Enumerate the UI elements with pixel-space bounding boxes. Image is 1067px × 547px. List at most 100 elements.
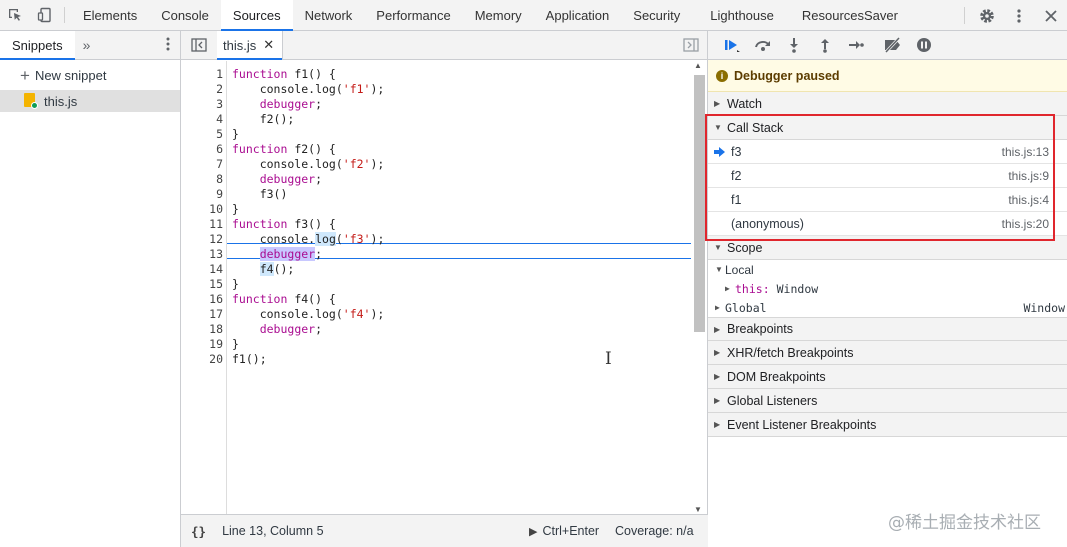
code-line[interactable]: 1 function f1() { (181, 67, 691, 82)
breakpoints-section-header[interactable]: ▶ Breakpoints (708, 317, 1067, 341)
event-listener-breakpoints-section-header[interactable]: ▶ Event Listener Breakpoints (708, 413, 1067, 437)
tab-security[interactable]: Security (621, 0, 698, 30)
device-toolbar-icon[interactable] (30, 0, 60, 30)
tab-lighthouse[interactable]: Lighthouse (698, 0, 790, 30)
tab-network[interactable]: Network (293, 0, 365, 30)
code-line[interactable]: 6 function f2() { (181, 142, 691, 157)
collapsed-arrow-icon: ▶ (714, 348, 721, 357)
scope-this-row[interactable]: ▶ this: Window (708, 279, 1067, 298)
code-line[interactable]: 2 console.log('f1'); (181, 82, 691, 97)
mouse-ibeam-cursor-icon: I (605, 349, 612, 369)
global-listeners-section-header[interactable]: ▶ Global Listeners (708, 389, 1067, 413)
collapsed-arrow-icon: ▶ (714, 99, 721, 108)
xhr-breakpoints-section-header[interactable]: ▶ XHR/fetch Breakpoints (708, 341, 1067, 365)
scroll-up-arrow-icon[interactable]: ▲ (694, 61, 702, 70)
scroll-down-arrow-icon[interactable]: ▼ (694, 505, 702, 514)
plus-icon: + (20, 65, 30, 85)
snippet-file-item[interactable]: this.js (0, 90, 180, 112)
code-line[interactable]: 20 f1(); (181, 352, 691, 367)
tab-sources[interactable]: Sources (220, 0, 293, 31)
code-line[interactable]: 19} (181, 337, 691, 352)
scope-label: Scope (727, 240, 763, 255)
code-area[interactable]: 1 function f1() { 2 console.log('f1'); 3 … (181, 61, 708, 514)
code-line[interactable]: 11 function f3() { (181, 217, 691, 232)
code-line[interactable]: 17 console.log('f4'); (181, 307, 691, 322)
snippet-file-icon (24, 93, 38, 109)
tab-memory[interactable]: Memory (463, 0, 534, 30)
tab-console[interactable]: Console (149, 0, 221, 30)
scope-global-label: Global (725, 300, 767, 315)
run-snippet-button[interactable]: ▶ Ctrl+Enter (529, 524, 599, 538)
collapsed-arrow-icon: ▶ (725, 284, 730, 293)
inspect-element-icon[interactable] (0, 0, 30, 30)
step-over-icon[interactable] (747, 34, 778, 56)
code-line[interactable]: 5} (181, 127, 691, 142)
step-icon[interactable] (840, 34, 871, 56)
code-line[interactable]: 15} (181, 277, 691, 292)
collapsed-arrow-icon: ▶ (714, 420, 721, 429)
resume-icon[interactable] (716, 34, 747, 56)
debugger-paused-banner: i Debugger paused (708, 60, 1067, 92)
close-icon[interactable] (1035, 0, 1067, 31)
xhr-breakpoints-label: XHR/fetch Breakpoints (727, 345, 854, 360)
toggle-debugger-icon[interactable] (683, 38, 699, 55)
code-line[interactable]: 14 f4(); (181, 262, 691, 277)
scrollbar-thumb[interactable] (694, 75, 705, 332)
code-line[interactable]: 8 debugger; (181, 172, 691, 187)
more-options-icon[interactable] (1003, 0, 1035, 31)
breakpoints-label: Breakpoints (727, 322, 794, 336)
new-snippet-button[interactable]: + New snippet (0, 60, 180, 90)
step-out-icon[interactable] (809, 34, 840, 56)
more-tabs-chevron-icon[interactable]: » (75, 31, 99, 59)
devtools-top-bar: Elements Console Sources Network Perform… (0, 0, 1067, 31)
code-line[interactable]: 4 f2(); (181, 112, 691, 127)
scope-local-row[interactable]: ▼ Local (708, 260, 1067, 279)
watermark: @稀土掘金技术社区 (888, 513, 1041, 533)
toolbar-divider (964, 7, 965, 24)
new-snippet-label: New snippet (34, 67, 107, 83)
scope-global-row[interactable]: ▶ Global Window (708, 298, 1067, 317)
code-line[interactable]: 18 debugger; (181, 322, 691, 337)
tab-performance[interactable]: Performance (364, 0, 462, 30)
code-line[interactable]: 3 debugger; (181, 97, 691, 112)
editor-file-tab[interactable]: this.js ✕ (217, 31, 284, 60)
scope-global-value: Window (1023, 300, 1065, 315)
pretty-print-button[interactable]: {} (191, 524, 206, 539)
scope-this-key: this: (735, 281, 770, 296)
code-line[interactable]: 9 f3() (181, 187, 691, 202)
event-listener-breakpoints-label: Event Listener Breakpoints (727, 417, 877, 432)
expanded-arrow-icon: ▼ (714, 243, 722, 252)
tab-resourcessaver[interactable]: ResourcesSaver (790, 0, 910, 30)
debugger-paused-label: Debugger paused (734, 68, 840, 83)
code-line[interactable]: 16 function f4() { (181, 292, 691, 307)
debugger-toolbar (708, 31, 1067, 60)
tab-elements[interactable]: Elements (71, 0, 149, 30)
deactivate-breakpoints-icon[interactable] (877, 34, 908, 56)
scope-this-value: Window (776, 281, 819, 296)
code-line[interactable]: 10} (181, 202, 691, 217)
collapsed-arrow-icon: ▶ (715, 303, 720, 312)
editor-scrollbar[interactable]: ▲ ▼ (692, 61, 705, 514)
collapsed-arrow-icon: ▶ (714, 324, 721, 334)
run-shortcut-label: Ctrl+Enter (542, 524, 600, 538)
tab-application[interactable]: Application (534, 0, 622, 30)
editor-status-bar: {} Line 13, Column 5 ▶ Ctrl+Enter Covera… (181, 514, 708, 547)
watch-section-header[interactable]: ▶ Watch (708, 92, 1067, 116)
scope-local-label: Local (725, 262, 754, 277)
pause-on-exceptions-icon[interactable] (908, 34, 939, 56)
toolbar-divider (64, 7, 65, 23)
close-tab-icon[interactable]: ✕ (263, 37, 274, 53)
toggle-navigator-icon[interactable] (181, 31, 217, 59)
settings-gear-icon[interactable] (971, 0, 1003, 31)
code-line[interactable]: 12 console.log('f3'); (181, 232, 691, 247)
code-line[interactable]: 13 debugger; (181, 247, 691, 262)
info-icon: i (716, 69, 728, 82)
code-line[interactable]: 7 console.log('f2'); (181, 157, 691, 172)
collapsed-arrow-icon: ▶ (714, 372, 721, 381)
debugger-sidebar: i Debugger paused ▶ Watch ▼ Call Stack f… (708, 31, 1067, 547)
step-into-icon[interactable] (778, 34, 809, 56)
tab-snippets[interactable]: Snippets (0, 31, 75, 60)
global-listeners-label: Global Listeners (727, 393, 818, 408)
dom-breakpoints-section-header[interactable]: ▶ DOM Breakpoints (708, 365, 1067, 389)
navigator-menu-icon[interactable] (166, 37, 170, 54)
